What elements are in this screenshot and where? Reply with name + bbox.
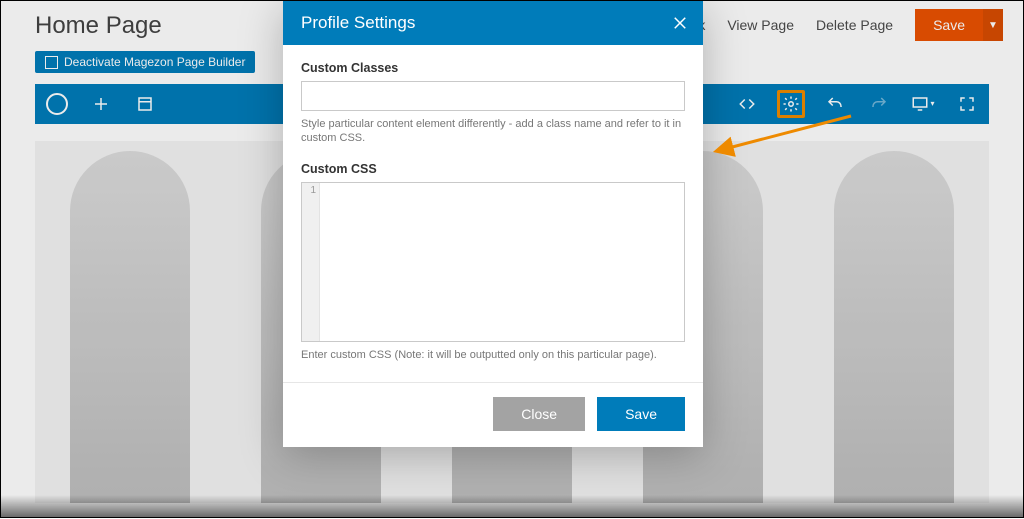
redo-button[interactable] — [865, 90, 893, 118]
custom-css-label: Custom CSS — [301, 162, 685, 176]
modal-title: Profile Settings — [301, 13, 415, 33]
custom-classes-label: Custom Classes — [301, 61, 685, 75]
css-line-gutter: 1 — [302, 183, 320, 341]
logo-icon[interactable] — [43, 90, 71, 118]
code-view-button[interactable] — [733, 90, 761, 118]
view-page-link[interactable]: View Page — [727, 17, 794, 33]
builder-icon — [45, 56, 58, 69]
fullscreen-button[interactable] — [953, 90, 981, 118]
responsive-button[interactable]: ▾ — [909, 90, 937, 118]
close-button[interactable]: Close — [493, 397, 585, 431]
delete-page-link[interactable]: Delete Page — [816, 17, 893, 33]
save-dropdown-caret[interactable]: ▼ — [983, 9, 1003, 41]
settings-button[interactable] — [777, 90, 805, 118]
page-title: Home Page — [35, 12, 162, 40]
custom-css-input[interactable] — [320, 183, 684, 341]
undo-button[interactable] — [821, 90, 849, 118]
close-icon[interactable] — [671, 14, 689, 32]
add-element-button[interactable] — [87, 90, 115, 118]
deactivate-label: Deactivate Magezon Page Builder — [64, 55, 245, 69]
custom-classes-help: Style particular content element differe… — [301, 117, 685, 146]
save-button-label: Save — [915, 9, 983, 41]
save-button[interactable]: Save ▼ — [915, 9, 1003, 41]
profile-settings-modal: Profile Settings Custom Classes Style pa… — [283, 1, 703, 447]
modal-save-button[interactable]: Save — [597, 397, 685, 431]
deactivate-builder-button[interactable]: Deactivate Magezon Page Builder — [35, 51, 255, 73]
custom-classes-input[interactable] — [301, 81, 685, 111]
template-button[interactable] — [131, 90, 159, 118]
custom-css-help: Enter custom CSS (Note: it will be outpu… — [301, 348, 685, 362]
